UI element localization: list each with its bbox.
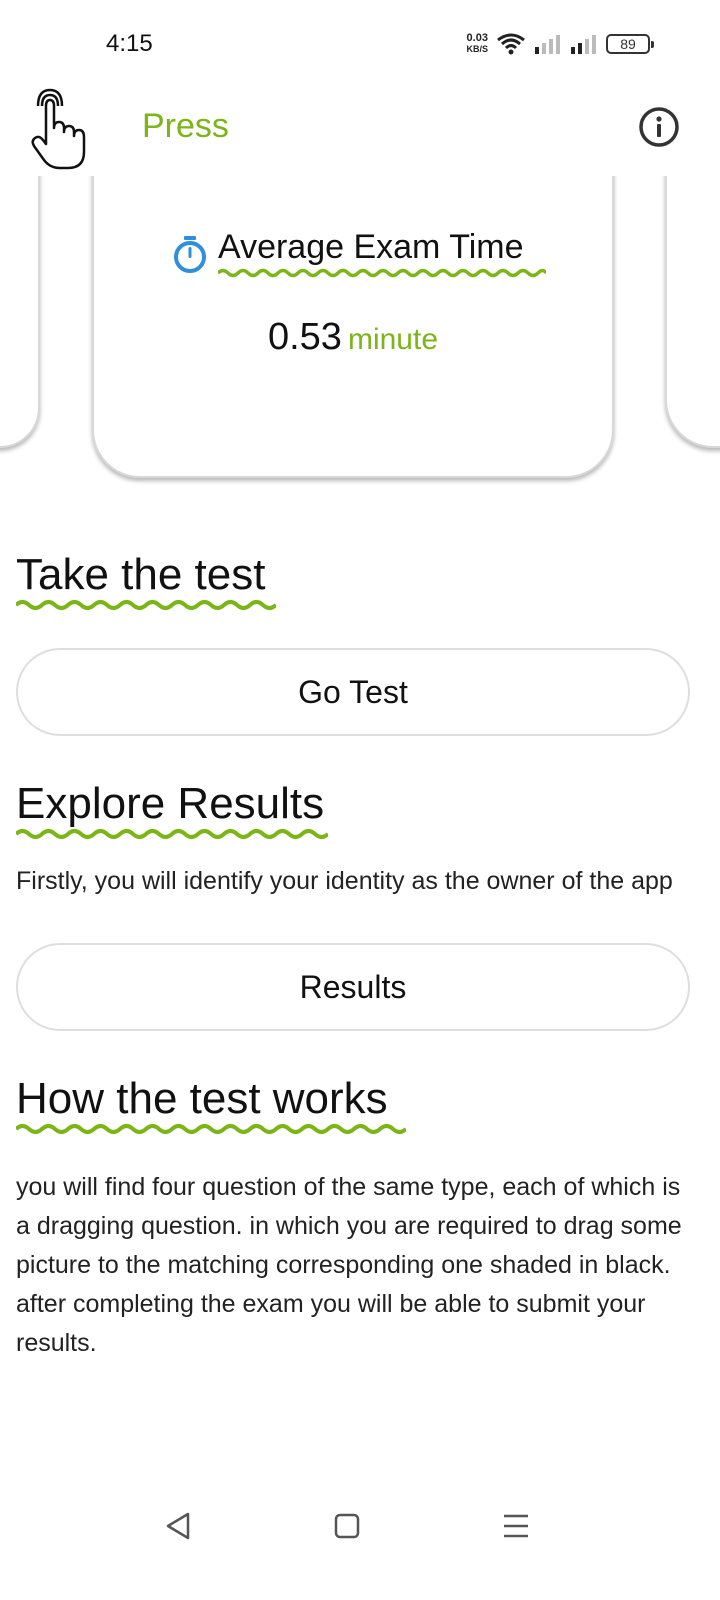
stat-card-previous[interactable] bbox=[0, 176, 40, 448]
stopwatch-icon bbox=[174, 235, 206, 273]
explore-results-underline bbox=[16, 829, 328, 839]
stat-card-value: 0.53 minute bbox=[94, 316, 612, 359]
take-test-underline bbox=[16, 600, 276, 610]
app-bar: Press bbox=[0, 80, 720, 176]
system-nav-bar bbox=[0, 1490, 720, 1560]
finger-press-icon[interactable] bbox=[24, 84, 90, 172]
stats-carousel[interactable]: Average Exam Time 0.53 minute bbox=[0, 176, 720, 486]
section-heading-explore-results: Explore Results bbox=[16, 779, 325, 828]
signal-icon-sim2 bbox=[571, 35, 596, 54]
stat-value-unit: minute bbox=[347, 323, 438, 356]
home-square-icon[interactable] bbox=[329, 1508, 365, 1544]
network-speed-value: 0.03 bbox=[466, 32, 488, 44]
section-heading-take-test: Take the test bbox=[16, 550, 266, 599]
status-icons: 0.03 KB/S 89 bbox=[466, 32, 654, 56]
stat-value-number: 0.53 bbox=[267, 316, 342, 358]
how-test-works-description: you will find four question of the same … bbox=[16, 1173, 682, 1357]
menu-lines-icon[interactable] bbox=[498, 1508, 534, 1544]
app-title: Press bbox=[142, 107, 229, 145]
wifi-icon bbox=[497, 33, 525, 55]
signal-icon-sim1 bbox=[535, 35, 560, 54]
stat-card-next[interactable] bbox=[665, 176, 720, 448]
stat-card-title: Average Exam Time bbox=[218, 228, 524, 266]
results-button[interactable]: Results bbox=[16, 943, 690, 1031]
info-icon[interactable] bbox=[638, 106, 680, 148]
network-speed: 0.03 KB/S bbox=[466, 33, 488, 55]
stat-card-average-exam-time[interactable]: Average Exam Time 0.53 minute bbox=[92, 176, 614, 478]
battery-icon: 89 bbox=[606, 34, 654, 54]
go-test-button[interactable]: Go Test bbox=[16, 648, 690, 736]
how-test-works-underline bbox=[16, 1124, 406, 1134]
back-triangle-icon[interactable] bbox=[160, 1508, 196, 1544]
section-heading-how-test-works: How the test works bbox=[16, 1074, 388, 1123]
network-speed-unit: KB/S bbox=[466, 44, 488, 54]
status-bar: 4:15 0.03 KB/S 89 bbox=[0, 0, 720, 90]
stat-card-heading: Average Exam Time bbox=[170, 228, 546, 279]
explore-results-description: Firstly, you will identify your identity… bbox=[16, 867, 673, 895]
stat-card-title-wrap: Average Exam Time bbox=[218, 228, 546, 279]
status-time: 4:15 bbox=[106, 30, 153, 57]
title-underline bbox=[218, 268, 546, 278]
